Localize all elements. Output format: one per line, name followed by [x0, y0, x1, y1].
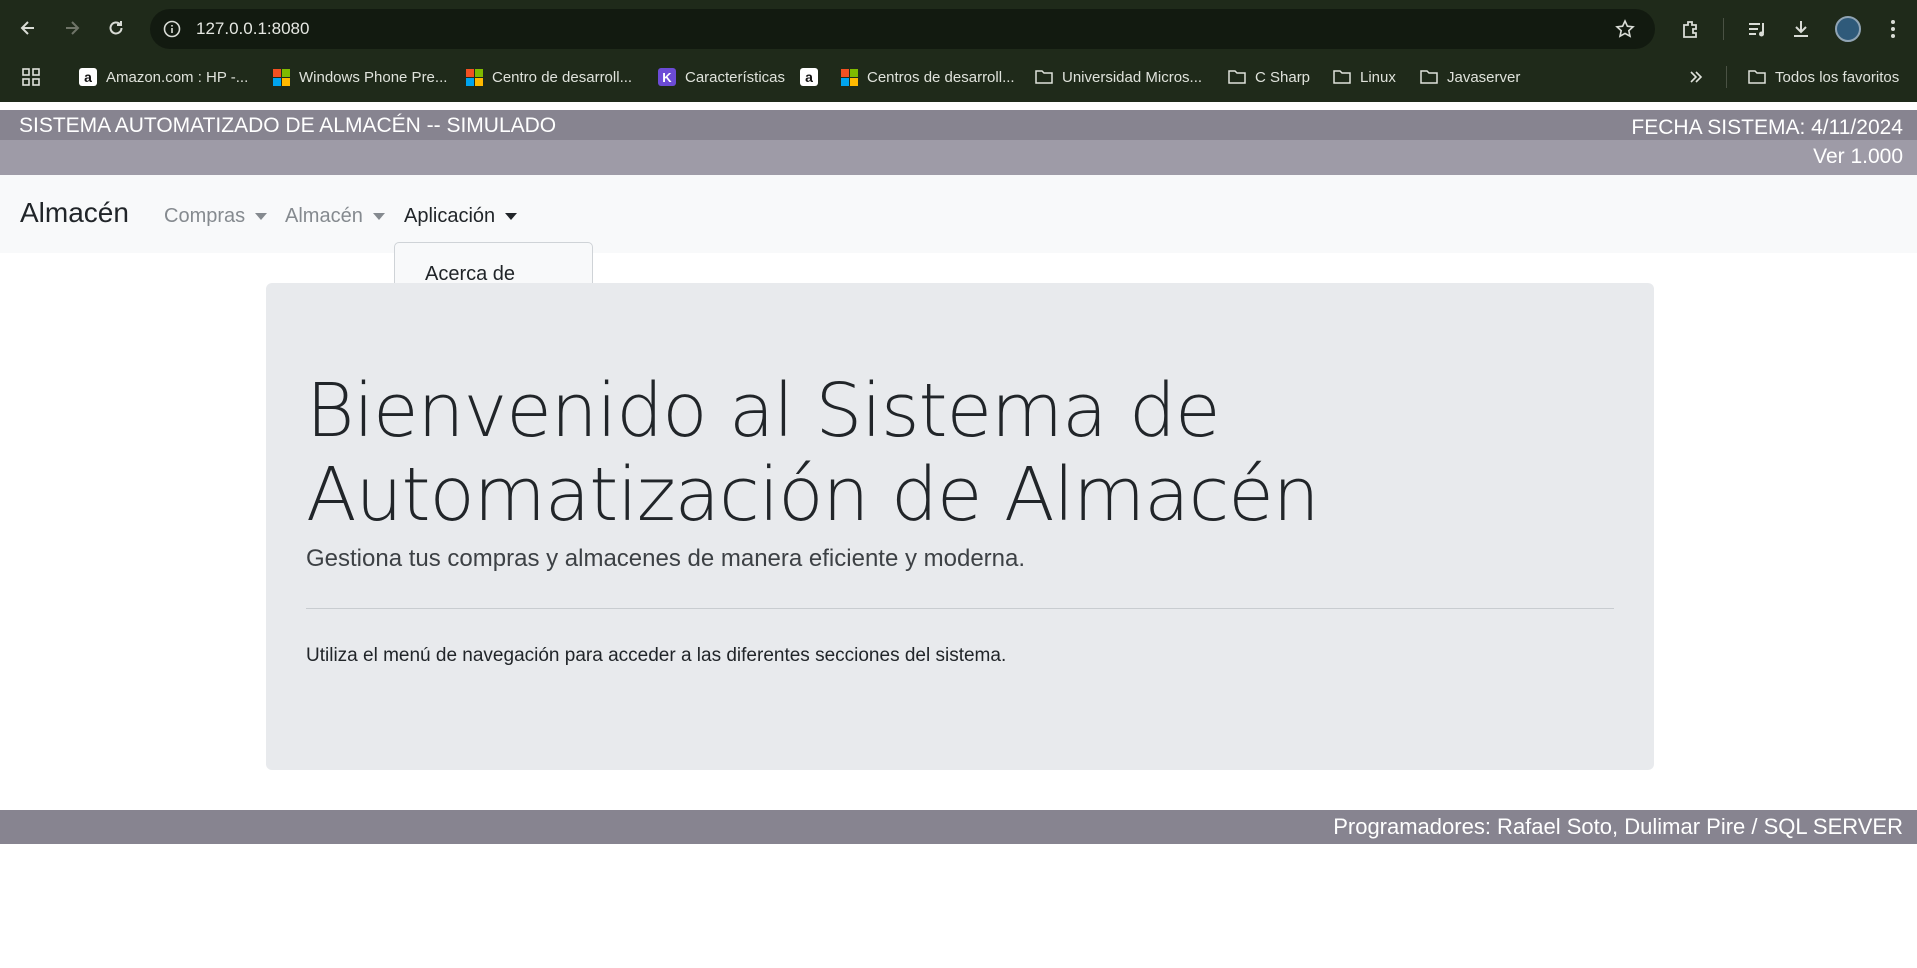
navbar-brand[interactable]: Almacén — [20, 197, 129, 229]
toolbar-divider — [1723, 18, 1724, 40]
apps-grid-icon[interactable] — [22, 64, 40, 90]
folder-icon — [1035, 68, 1053, 86]
divider — [306, 608, 1614, 609]
nav-label: Compras — [164, 205, 246, 227]
folder-icon — [1420, 68, 1438, 86]
bookmark-label: Linux — [1360, 68, 1396, 86]
main-navbar: Almacén Compras Almacén Aplicación — [0, 175, 1917, 253]
url-text[interactable]: 127.0.0.1:8080 — [196, 19, 309, 39]
amazon-icon: a — [800, 68, 818, 86]
caret-down-icon — [372, 213, 385, 220]
all-bookmarks-button[interactable]: Todos los favoritos — [1748, 64, 1899, 90]
bookmark-item[interactable]: Javaserver — [1420, 64, 1520, 90]
forward-button[interactable] — [56, 12, 88, 44]
bookmark-item[interactable]: Universidad Micros... — [1035, 64, 1202, 90]
nav-label: Almacén — [285, 205, 363, 227]
k-icon: K — [658, 68, 676, 86]
bookmark-label: Windows Phone Pre... — [299, 68, 448, 86]
arrow-right-icon — [66, 21, 80, 35]
nav-compras[interactable]: Compras — [164, 205, 268, 228]
page-footer: Programadores: Rafael Soto, Dulimar Pire… — [0, 810, 1917, 844]
profile-avatar[interactable] — [1835, 16, 1861, 42]
folder-icon — [1228, 68, 1246, 86]
bookmark-item[interactable]: a — [800, 64, 827, 90]
bookmark-label: Centros de desarroll... — [867, 68, 1015, 86]
system-header: SISTEMA AUTOMATIZADO DE ALMACÉN -- SIMUL… — [0, 110, 1917, 140]
bookmark-item[interactable]: Centros de desarroll... — [840, 64, 1015, 90]
address-bar[interactable]: 127.0.0.1:8080 — [150, 9, 1655, 49]
bookmark-label: Características — [685, 68, 786, 86]
bookmark-item[interactable]: Centro de desarroll... — [465, 64, 632, 90]
bookmark-item[interactable]: K Características — [658, 64, 785, 90]
back-button[interactable] — [12, 12, 44, 44]
extensions-icon[interactable] — [1676, 14, 1706, 44]
bookmark-item[interactable]: Linux — [1333, 64, 1396, 90]
caret-down-icon — [505, 213, 518, 220]
bookmark-label: Universidad Micros... — [1062, 68, 1203, 86]
footer-credits: Programadores: Rafael Soto, Dulimar Pire… — [1333, 814, 1903, 839]
bookmark-label: Centro de desarroll... — [492, 68, 633, 86]
welcome-panel: Bienvenido al Sistema de Automatización … — [266, 283, 1654, 770]
version-label: Ver 1.000 — [1813, 145, 1903, 168]
arrow-left-icon — [20, 21, 34, 35]
menu-kebab-icon[interactable] — [1878, 14, 1908, 44]
nav-label: Aplicación — [404, 205, 496, 227]
microsoft-icon — [272, 68, 290, 86]
bookmarks-divider — [1726, 66, 1727, 88]
more-bookmarks-icon[interactable] — [1688, 64, 1704, 90]
bookmark-label: C Sharp — [1255, 68, 1311, 86]
browser-toolbar: 127.0.0.1:8080 — [0, 0, 1917, 58]
amazon-icon: a — [79, 68, 97, 86]
microsoft-icon — [840, 68, 858, 86]
media-control-icon[interactable] — [1742, 14, 1772, 44]
system-date: FECHA SISTEMA: 4/11/2024 — [1631, 116, 1903, 139]
download-icon[interactable] — [1786, 14, 1816, 44]
version-bar: Ver 1.000 — [0, 140, 1917, 175]
all-bookmarks-label: Todos los favoritos — [1775, 68, 1900, 86]
bookmark-item[interactable]: a Amazon.com : HP -... — [79, 64, 248, 90]
reload-icon — [109, 21, 123, 35]
welcome-title: Bienvenido al Sistema de Automatización … — [306, 368, 1320, 538]
caret-down-icon — [255, 213, 268, 220]
folder-icon — [1748, 68, 1766, 86]
welcome-lead: Gestiona tus compras y almacenes de mane… — [306, 545, 1026, 572]
welcome-text: Utiliza el menú de navegación para acced… — [306, 645, 1007, 666]
bookmark-item[interactable]: Windows Phone Pre... — [272, 64, 447, 90]
microsoft-icon — [465, 68, 483, 86]
bookmark-label: Javaserver — [1447, 68, 1521, 86]
system-title: SISTEMA AUTOMATIZADO DE ALMACÉN -- SIMUL… — [19, 114, 557, 137]
nav-almacen[interactable]: Almacén — [285, 205, 385, 228]
site-info-icon[interactable] — [160, 17, 184, 41]
bookmark-item[interactable]: C Sharp — [1228, 64, 1310, 90]
bookmark-star-icon[interactable] — [1611, 15, 1639, 43]
nav-aplicacion[interactable]: Aplicación — [404, 205, 518, 228]
bookmark-label: Amazon.com : HP -... — [106, 68, 249, 86]
folder-icon — [1333, 68, 1351, 86]
reload-button[interactable] — [100, 12, 132, 44]
